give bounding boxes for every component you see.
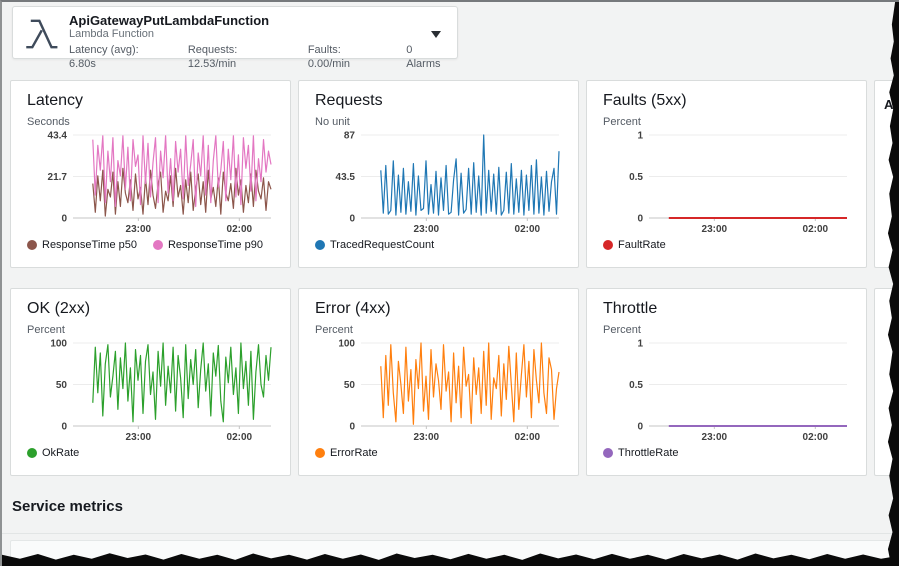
stat-latency: Latency (avg): 6.80s xyxy=(69,43,164,71)
chart-title: Error (4xx) xyxy=(315,299,562,319)
svg-text:23:00: 23:00 xyxy=(414,432,440,443)
legend-label: FaultRate xyxy=(618,239,666,251)
metric-chart-card: OK (2xx) Percent 100 50 0 23:00 02:00 OkRate xyxy=(10,288,291,476)
svg-text:23:00: 23:00 xyxy=(414,224,440,235)
chart-legend: ResponseTime p50 ResponseTime p90 xyxy=(27,239,274,251)
chart-legend: ThrottleRate xyxy=(603,447,850,459)
servicelens-dashboard: ApiGatewayPutLambdaFunction Lambda Funct… xyxy=(0,0,899,566)
chart-title: Throttle xyxy=(603,299,850,319)
legend-label: ResponseTime p50 xyxy=(42,239,137,251)
svg-text:02:00: 02:00 xyxy=(515,224,541,235)
chart-canvas[interactable]: 87 43.5 0 23:00 02:00 xyxy=(315,129,563,237)
chart-legend: OkRate xyxy=(27,447,274,459)
svg-text:23:00: 23:00 xyxy=(126,224,152,235)
svg-text:21.7: 21.7 xyxy=(48,172,68,183)
svg-text:0: 0 xyxy=(61,214,67,225)
charts-grid: Latency Seconds 43.4 21.7 0 23:00 02:00 Resp… xyxy=(10,80,867,476)
svg-text:87: 87 xyxy=(344,131,356,142)
svg-text:02:00: 02:00 xyxy=(227,224,253,235)
chart-title: Faults (5xx) xyxy=(603,91,850,111)
svg-text:02:00: 02:00 xyxy=(227,432,253,443)
legend-label: ThrottleRate xyxy=(618,447,679,459)
svg-text:43.4: 43.4 xyxy=(48,131,68,142)
metric-chart-card: Requests No unit 87 43.5 0 23:00 02:00 Trace… xyxy=(298,80,579,268)
svg-text:0.5: 0.5 xyxy=(629,172,643,183)
legend-label: OkRate xyxy=(42,447,79,459)
svg-text:0: 0 xyxy=(637,214,643,225)
chart-legend: ErrorRate xyxy=(315,447,562,459)
chart-unit-label: Seconds xyxy=(27,116,274,128)
legend-color-dot xyxy=(315,448,325,458)
svg-text:43.5: 43.5 xyxy=(336,172,356,183)
metric-chart-card: Error (4xx) Percent 100 50 0 23:00 02:00 Err… xyxy=(298,288,579,476)
svg-text:02:00: 02:00 xyxy=(515,432,541,443)
svg-text:02:00: 02:00 xyxy=(803,224,829,235)
legend-item[interactable]: ThrottleRate xyxy=(603,447,679,459)
legend-color-dot xyxy=(603,448,613,458)
legend-color-dot xyxy=(153,240,163,250)
entity-title: ApiGatewayPutLambdaFunction xyxy=(69,13,447,28)
entity-stats: Latency (avg): 6.80s Requests: 12.53/min… xyxy=(69,43,447,71)
legend-item[interactable]: FaultRate xyxy=(603,239,666,251)
chart-legend: TracedRequestCount xyxy=(315,239,562,251)
legend-label: TracedRequestCount xyxy=(330,239,434,251)
chart-title: Requests xyxy=(315,91,562,111)
section-divider xyxy=(2,533,899,534)
metric-chart-card: Throttle Percent 1 0.5 0 23:00 02:00 Throttl… xyxy=(586,288,867,476)
legend-color-dot xyxy=(603,240,613,250)
svg-text:23:00: 23:00 xyxy=(702,224,728,235)
legend-label: ResponseTime p90 xyxy=(168,239,263,251)
svg-text:1: 1 xyxy=(637,131,643,142)
lambda-icon xyxy=(23,14,61,54)
stat-requests: Requests: 12.53/min xyxy=(188,43,284,71)
legend-color-dot xyxy=(27,240,37,250)
chart-canvas[interactable]: 100 50 0 23:00 02:00 xyxy=(315,337,563,445)
chart-title: OK (2xx) xyxy=(27,299,274,319)
svg-text:0: 0 xyxy=(349,214,355,225)
legend-item[interactable]: ResponseTime p50 xyxy=(27,239,137,251)
metric-chart-card: Latency Seconds 43.4 21.7 0 23:00 02:00 Resp… xyxy=(10,80,291,268)
chart-legend: FaultRate xyxy=(603,239,850,251)
svg-text:23:00: 23:00 xyxy=(702,432,728,443)
service-metrics-heading: Service metrics xyxy=(12,498,123,515)
entity-subtitle: Lambda Function xyxy=(69,28,447,41)
chart-unit-label: Percent xyxy=(315,324,562,336)
legend-color-dot xyxy=(315,240,325,250)
chart-canvas[interactable]: 43.4 21.7 0 23:00 02:00 xyxy=(27,129,275,237)
chart-canvas[interactable]: 100 50 0 23:00 02:00 xyxy=(27,337,275,445)
chart-canvas[interactable]: 1 0.5 0 23:00 02:00 xyxy=(603,337,851,445)
metric-chart-card: Faults (5xx) Percent 1 0.5 0 23:00 02:00 Fau… xyxy=(586,80,867,268)
chart-title: Latency xyxy=(27,91,274,111)
svg-text:23:00: 23:00 xyxy=(126,432,152,443)
legend-item[interactable]: OkRate xyxy=(27,447,79,459)
entity-header-card[interactable]: ApiGatewayPutLambdaFunction Lambda Funct… xyxy=(12,6,458,59)
svg-text:0.5: 0.5 xyxy=(629,380,643,391)
svg-text:50: 50 xyxy=(56,380,68,391)
stat-faults: Faults: 0.00/min xyxy=(308,43,382,71)
chart-canvas[interactable]: 1 0.5 0 23:00 02:00 xyxy=(603,129,851,237)
svg-text:50: 50 xyxy=(344,380,356,391)
legend-item[interactable]: TracedRequestCount xyxy=(315,239,434,251)
legend-item[interactable]: ErrorRate xyxy=(315,447,378,459)
svg-text:0: 0 xyxy=(349,422,355,433)
chart-unit-label: Percent xyxy=(603,324,850,336)
svg-text:100: 100 xyxy=(50,339,67,350)
legend-item[interactable]: ResponseTime p90 xyxy=(153,239,263,251)
legend-label: ErrorRate xyxy=(330,447,378,459)
chart-unit-label: Percent xyxy=(27,324,274,336)
svg-text:0: 0 xyxy=(637,422,643,433)
svg-text:0: 0 xyxy=(61,422,67,433)
legend-color-dot xyxy=(27,448,37,458)
svg-text:100: 100 xyxy=(338,339,355,350)
svg-text:1: 1 xyxy=(637,339,643,350)
chart-unit-label: No unit xyxy=(315,116,562,128)
svg-text:02:00: 02:00 xyxy=(803,432,829,443)
chevron-down-icon[interactable] xyxy=(431,31,441,38)
chart-unit-label: Percent xyxy=(603,116,850,128)
stat-alarms: 0 Alarms xyxy=(406,43,447,71)
